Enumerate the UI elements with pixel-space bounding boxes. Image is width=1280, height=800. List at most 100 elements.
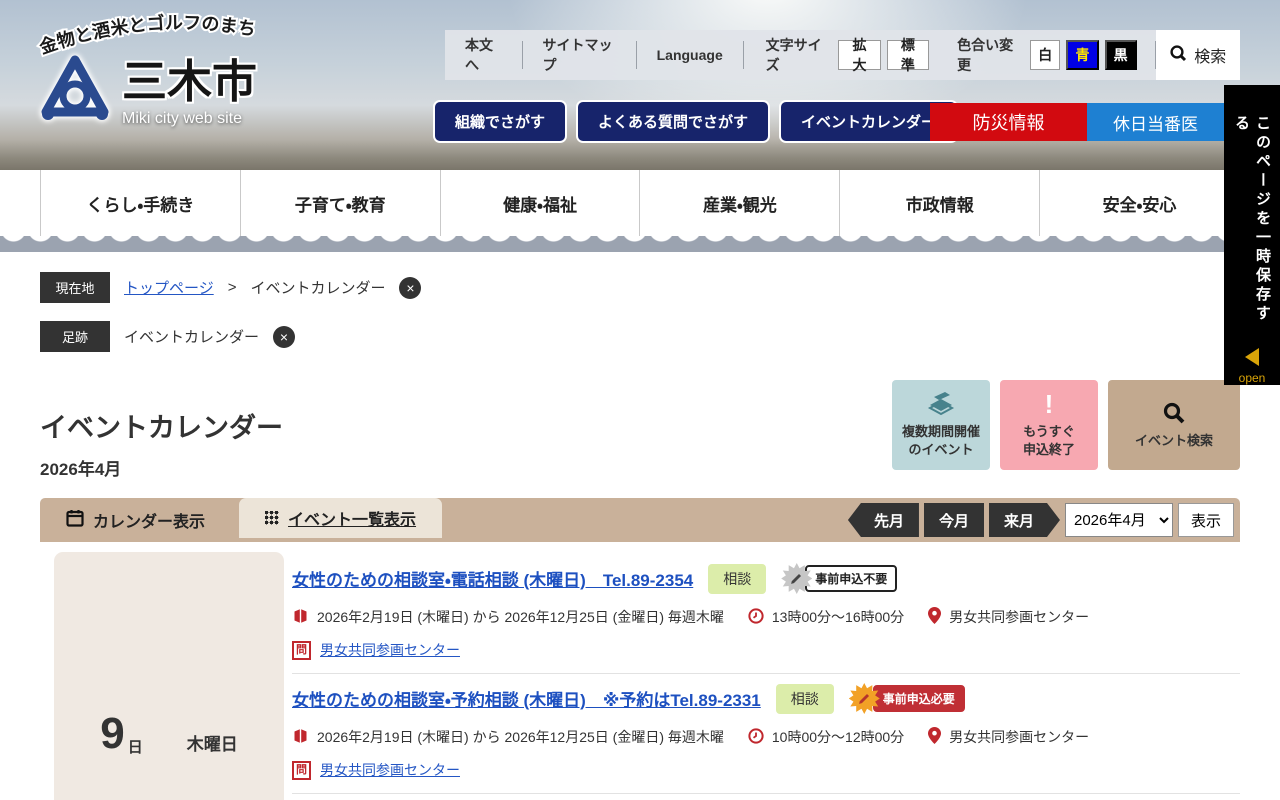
show-button[interactable]: 表示: [1177, 503, 1234, 537]
nav-item-sangyo[interactable]: 産業・観光: [639, 170, 839, 236]
event-search-button[interactable]: イベント検索: [1108, 380, 1240, 470]
font-enlarge-button[interactable]: 拡大: [838, 37, 881, 73]
footprint-item: イベントカレンダー: [124, 329, 260, 346]
site-name: 三木市: [122, 55, 258, 107]
location-pin-icon: [928, 607, 942, 627]
event-date-range: 2026年2月19日 (木曜日) から 2026年12月25日 (金曜日) 毎週…: [317, 729, 724, 745]
nav-item-kenko[interactable]: 健康・福祉: [439, 170, 640, 236]
footprint-close-icon[interactable]: ×: [273, 325, 296, 348]
site-search-button[interactable]: 検索: [1155, 30, 1240, 80]
color-change-label: 色合い変更: [957, 37, 1014, 73]
wave-divider: [0, 236, 1280, 252]
language-link[interactable]: Language: [637, 42, 743, 68]
multi-period-label-1: 複数期間開催: [901, 424, 980, 440]
event-time: 10時00分～12時00分: [771, 729, 905, 745]
day-unit: 日: [127, 739, 143, 756]
open-arrow-icon: [1245, 348, 1259, 366]
svg-text:金物と酒米とゴルフのまち: 金物と酒米とゴルフのまち: [37, 12, 258, 58]
logo-tagline: 金物と酒米とゴルフのまち: [35, 10, 260, 58]
multi-period-events-button[interactable]: 複数期間開催 のイベント: [892, 380, 990, 470]
tab-list-view[interactable]: イベント一覧表示: [239, 498, 443, 538]
page-subtitle: 2026年4月: [40, 460, 122, 479]
search-by-organization-button[interactable]: 組織でさがす: [433, 100, 568, 143]
utility-bar: 本文へ サイトマップ Language 文字サイズ 拡大 標準 色合い変更 白 …: [445, 30, 1240, 80]
alert-links-row: 防災情報 休日当番医: [930, 103, 1224, 141]
event-place: 男女共同参画センター: [949, 609, 1090, 625]
nav-item-anzen[interactable]: 安全・安心: [1039, 170, 1240, 236]
event-search-label: イベント検索: [1134, 433, 1213, 449]
breadcrumb-trail-row: 足跡 イベントカレンダー ×: [40, 321, 1240, 352]
open-label: open: [1238, 371, 1266, 385]
day-number: 9: [100, 709, 125, 758]
grid-icon: [265, 511, 280, 525]
apply-badge: 事前申込必要: [848, 683, 965, 714]
closing-soon-button[interactable]: ! もうすぐ 申込終了: [1000, 380, 1098, 470]
faq-search-button[interactable]: よくある質問でさがす: [576, 100, 771, 143]
calendar-section: カレンダー表示 イベント一覧表示 先月 今月 来月 2026年4月 表示 9 日…: [40, 498, 1240, 800]
nav-item-shisei[interactable]: 市政情報: [839, 170, 1039, 236]
previous-month-button[interactable]: 先月: [847, 503, 919, 537]
month-controls: 先月 今月 来月 2026年4月 表示: [847, 498, 1240, 537]
current-month-button[interactable]: 今月: [923, 503, 984, 537]
font-standard-button[interactable]: 標準: [886, 37, 930, 73]
event-title-link[interactable]: 女性のための相談室・電話相談 (木曜日) Tel.89-2354: [292, 566, 693, 591]
site-logo[interactable]: 金物と酒米とゴルフのまち 三木市 Miki city web site: [34, 6, 304, 134]
date-range-icon: [292, 728, 309, 747]
city-emblem-icon: [41, 55, 109, 120]
breadcrumb-current-row: 現在地 トップページ > イベントカレンダー ×: [40, 272, 1240, 303]
events-column: 女性のための相談室・電話相談 (木曜日) Tel.89-2354 相談 事前申込…: [284, 552, 1240, 800]
event-list: 9 日 木曜日 女性のための相談室・電話相談 (木曜日) Tel.89-2354…: [40, 542, 1240, 800]
nav-item-kosodate[interactable]: 子育て・教育: [239, 170, 440, 236]
tab-calendar-view-label: カレンダー表示: [93, 514, 206, 531]
multi-period-label-2: のイベント: [908, 442, 974, 457]
apply-label: 事前申込不要: [805, 565, 898, 592]
category-badge: 相談: [775, 683, 834, 714]
quick-links-row: 組織でさがす よくある質問でさがす イベントカレンダー: [433, 100, 959, 143]
holiday-doctor-button[interactable]: 休日当番医: [1087, 103, 1224, 141]
exclamation-icon: !: [1044, 389, 1054, 420]
tab-list-view-label: イベント一覧表示: [288, 512, 417, 529]
breadcrumb: 現在地 トップページ > イベントカレンダー × 足跡 イベントカレンダー ×: [0, 252, 1280, 352]
sitemap-link[interactable]: サイトマップ: [523, 37, 636, 73]
current-location-label: 現在地: [40, 272, 110, 303]
event-row: 女性のための相談室・予約相談 (木曜日) ※予約はTel.89-2331 相談 …: [292, 674, 1240, 794]
event-time: 13時00分～16時00分: [771, 609, 905, 625]
calendar-icon: [66, 509, 84, 532]
nav-item-kurashi[interactable]: くらし・手続き: [40, 170, 240, 236]
color-black-button[interactable]: 黒: [1104, 40, 1137, 70]
inquiry-icon: 問: [292, 760, 311, 780]
category-badge: 相談: [708, 563, 767, 594]
logo-tagline-arc: 金物と酒米とゴルフのまち: [35, 10, 260, 58]
title-block: イベントカレンダー 2026年4月: [40, 380, 283, 480]
closing-soon-label-1: もうすぐ: [1023, 424, 1075, 440]
weekday-label: 木曜日: [186, 735, 238, 754]
inquiry-link[interactable]: 男女共同参画センター: [320, 640, 460, 660]
date-range-icon: [292, 608, 309, 627]
footprint-label: 足跡: [40, 321, 110, 352]
event-title-link[interactable]: 女性のための相談室・予約相談 (木曜日) ※予約はTel.89-2331: [292, 686, 761, 711]
font-size-label: 文字サイズ: [765, 37, 822, 73]
apply-label: 事前申込必要: [872, 685, 965, 712]
title-row: イベントカレンダー 2026年4月 複数期間開催 のイベント ! もうすぐ 申込…: [0, 370, 1280, 498]
breadcrumb-close-icon[interactable]: ×: [399, 276, 422, 299]
event-row: 4月9日 ファミリーサロンにこにこ／緑が丘町公民館 子育て 事前申込不要: [292, 794, 1240, 800]
search-button-label: 検索: [1194, 49, 1227, 66]
next-month-button[interactable]: 来月: [989, 503, 1060, 537]
date-cell: 9 日 木曜日: [54, 552, 284, 800]
closing-soon-label-2: 申込終了: [1022, 442, 1075, 457]
save-page-label: このページを一時保存する: [1233, 115, 1271, 324]
promo-buttons: 複数期間開催 のイベント ! もうすぐ 申込終了 イベント検索: [892, 380, 1240, 470]
month-select[interactable]: 2026年4月: [1064, 503, 1173, 537]
save-page-tab[interactable]: このページを一時保存する open: [1224, 85, 1280, 385]
color-blue-button[interactable]: 青: [1066, 40, 1099, 70]
color-white-button[interactable]: 白: [1030, 40, 1061, 70]
view-tab-bar: カレンダー表示 イベント一覧表示 先月 今月 来月 2026年4月 表示: [40, 498, 1240, 542]
breadcrumb-separator: >: [227, 279, 237, 296]
search-icon: [1162, 400, 1186, 426]
disaster-info-button[interactable]: 防災情報: [930, 103, 1087, 141]
inquiry-link[interactable]: 男女共同参画センター: [320, 760, 460, 780]
clock-icon: [748, 727, 764, 747]
tab-calendar-view[interactable]: カレンダー表示: [40, 498, 232, 542]
breadcrumb-home-link[interactable]: トップページ: [124, 277, 214, 298]
skip-to-content-link[interactable]: 本文へ: [445, 37, 522, 73]
